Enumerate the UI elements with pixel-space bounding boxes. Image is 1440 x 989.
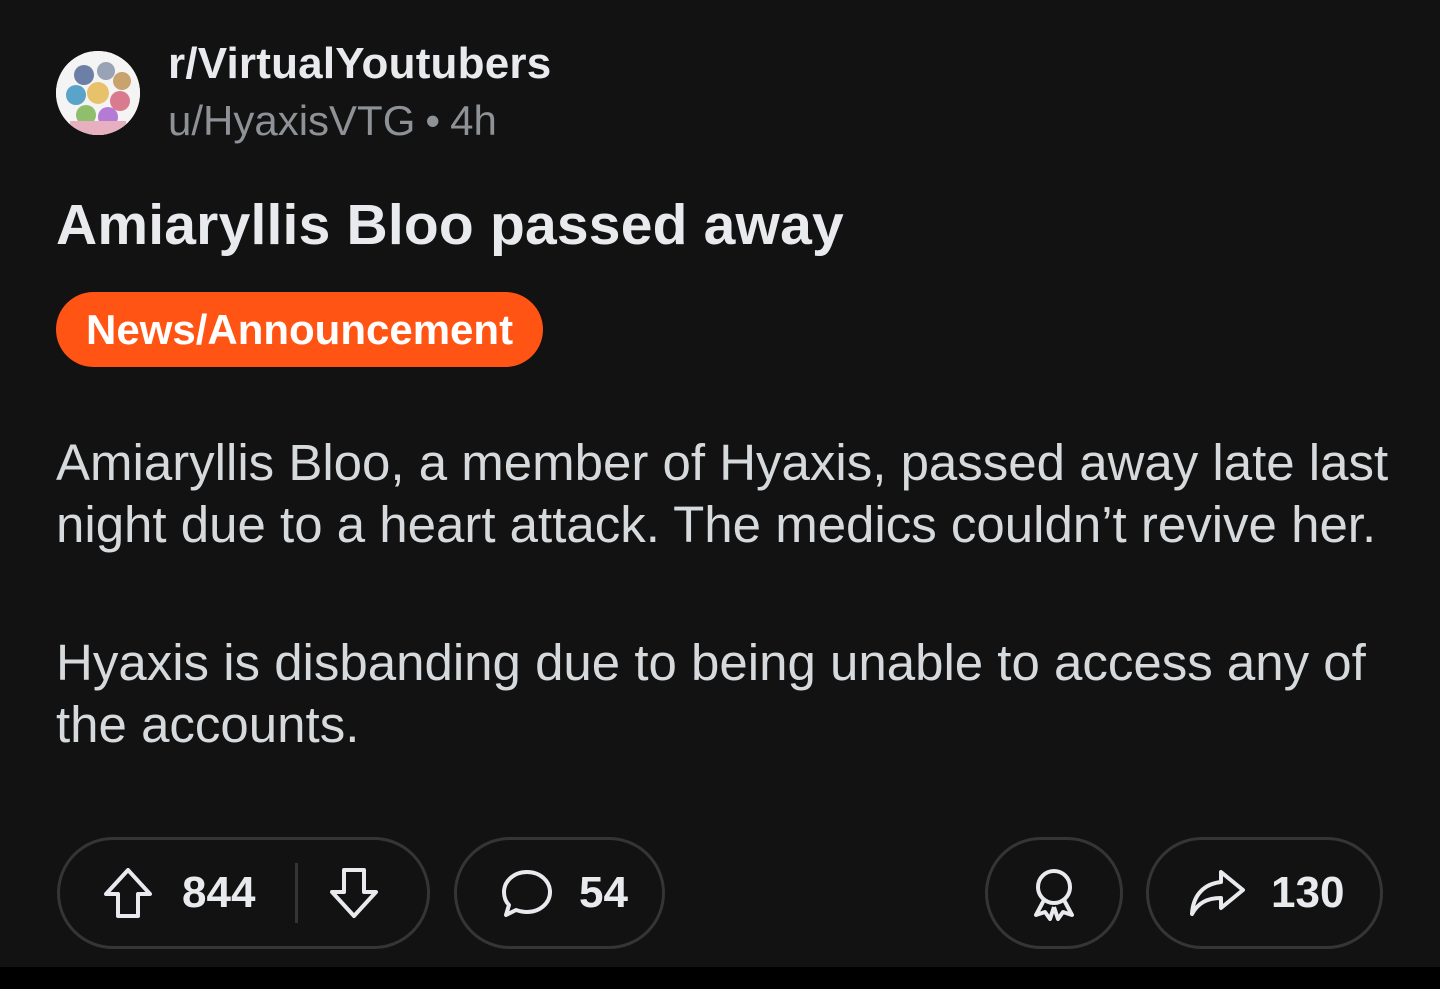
body-paragraph: Amiaryllis Bloo, a member of Hyaxis, pas… bbox=[56, 434, 1389, 553]
flair-badge[interactable]: News/Announcement bbox=[56, 292, 544, 367]
avatar-illustration bbox=[56, 51, 140, 135]
speech-bubble-icon bbox=[499, 866, 555, 920]
subreddit-name[interactable]: r/VirtualYoutubers bbox=[168, 38, 551, 90]
arrow-down-icon[interactable] bbox=[328, 866, 380, 920]
subreddit-avatar[interactable] bbox=[56, 51, 140, 135]
post-header: r/VirtualYoutubers u/HyaxisVTG • 4h bbox=[56, 38, 551, 148]
comments-button[interactable]: 54 bbox=[454, 837, 665, 949]
upvote-count: 844 bbox=[182, 868, 256, 917]
award-button[interactable] bbox=[985, 837, 1123, 949]
award-ribbon-icon bbox=[1028, 865, 1080, 921]
post-body[interactable]: Amiaryllis Bloo, a member of Hyaxis, pas… bbox=[56, 432, 1396, 756]
meta-separator: • bbox=[425, 97, 441, 144]
comment-count: 54 bbox=[579, 868, 628, 917]
arrow-up-icon[interactable] bbox=[102, 866, 154, 920]
body-paragraph: Hyaxis is disbanding due to being unable… bbox=[56, 634, 1366, 753]
vote-divider bbox=[295, 863, 299, 923]
vote-control: 844 bbox=[57, 837, 430, 949]
post-title[interactable]: Amiaryllis Bloo passed away bbox=[56, 190, 844, 260]
post-meta: r/VirtualYoutubers u/HyaxisVTG • 4h bbox=[168, 38, 551, 148]
post-age: 4h bbox=[450, 97, 497, 144]
author-line: u/HyaxisVTG • 4h bbox=[168, 94, 551, 148]
share-arrow-icon bbox=[1187, 866, 1247, 920]
post-card: r/VirtualYoutubers u/HyaxisVTG • 4h Amiary… bbox=[0, 0, 1440, 967]
author-username[interactable]: u/HyaxisVTG bbox=[168, 97, 415, 144]
share-count: 130 bbox=[1271, 868, 1345, 917]
share-button[interactable]: 130 bbox=[1146, 837, 1383, 949]
bottom-bar bbox=[0, 967, 1440, 989]
